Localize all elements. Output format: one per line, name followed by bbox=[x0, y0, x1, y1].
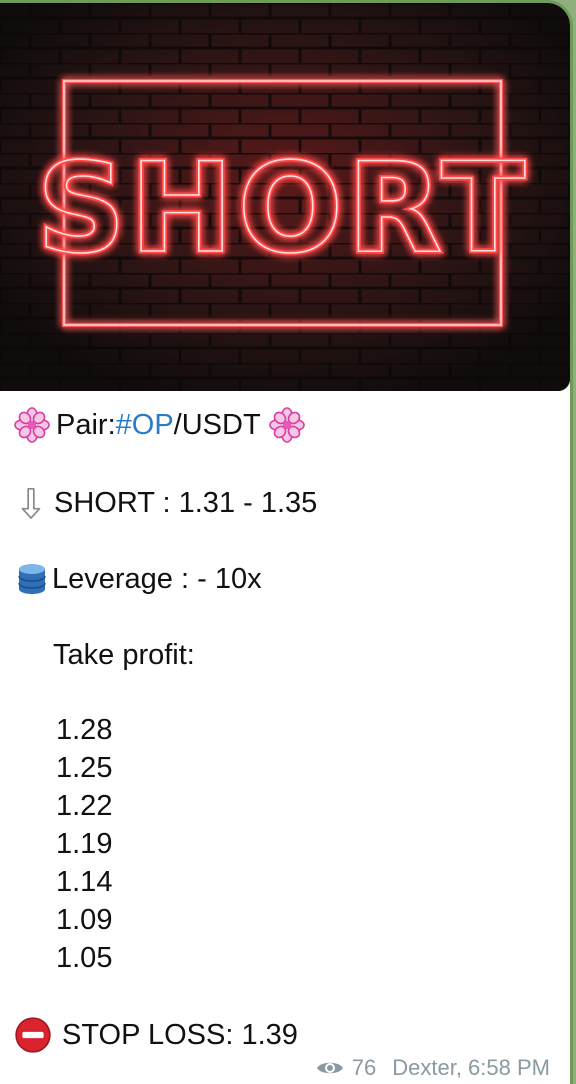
stop-loss-text: STOP LOSS: 1.39 bbox=[62, 1018, 298, 1051]
take-profit-value: 1.14 bbox=[56, 866, 113, 898]
svg-text:SHORT: SHORT bbox=[37, 137, 530, 281]
pair-line: Pair: #OP /USDT bbox=[14, 407, 311, 443]
eye-icon bbox=[316, 1062, 343, 1074]
message-bubble: SHORT SHORT Pair: #OP /USDT SHORT: 1.31… bbox=[0, 0, 573, 1084]
view-count: 76 bbox=[351, 1055, 377, 1080]
short-entry-line: SHORT : 1.31 - 1.35 bbox=[14, 485, 317, 521]
take-profit-value: 1.09 bbox=[56, 904, 113, 936]
take-profit-value: 1.28 bbox=[56, 714, 113, 746]
neon-short-sign-image: SHORT SHORT bbox=[0, 3, 570, 391]
stop-loss-line: STOP LOSS: 1.39 bbox=[14, 1016, 298, 1054]
take-profit-label: Take profit: bbox=[53, 639, 195, 672]
down-arrow-icon bbox=[21, 487, 41, 519]
no-entry-icon bbox=[15, 1017, 51, 1053]
pair-hashtag-link[interactable]: #OP bbox=[116, 409, 174, 442]
pair-label: Pair: bbox=[56, 408, 116, 441]
take-profit-value: 1.19 bbox=[56, 828, 113, 860]
leverage-line: Leverage : - 10x bbox=[14, 561, 262, 597]
take-profit-label-text: Take profit: bbox=[53, 639, 195, 671]
short-entry-text: SHORT : 1.31 - 1.35 bbox=[54, 486, 318, 519]
database-icon bbox=[18, 564, 46, 594]
pink-flower-icon bbox=[14, 407, 50, 443]
pink-flower-icon bbox=[268, 407, 305, 443]
message-footer: 76 Dexter, 6:58 PM bbox=[316, 1055, 550, 1081]
take-profit-value: 1.05 bbox=[56, 942, 113, 974]
leverage-text: Leverage : - 10x bbox=[52, 562, 262, 595]
take-profit-value: 1.22 bbox=[56, 790, 113, 822]
pair-quote: /USDT bbox=[173, 408, 261, 441]
take-profit-list: 1.28 1.25 1.22 1.19 1.14 1.09 1.05 bbox=[56, 711, 112, 977]
take-profit-value: 1.25 bbox=[56, 752, 113, 784]
post-image[interactable]: SHORT SHORT bbox=[0, 3, 570, 391]
author-and-time: Dexter, 6:58 PM bbox=[392, 1055, 550, 1080]
